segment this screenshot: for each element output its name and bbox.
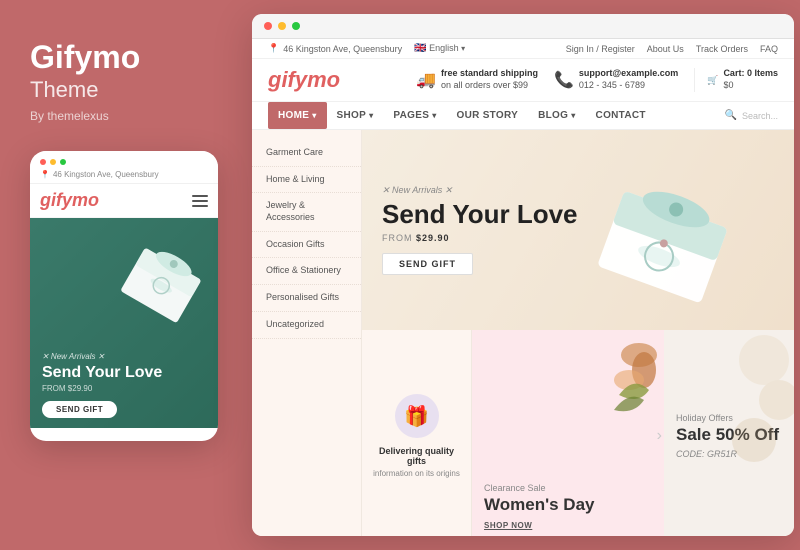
hero-jewelry-icon xyxy=(594,150,754,310)
truck-icon: 🚚 xyxy=(416,70,436,90)
sidebar-item-garment[interactable]: Garment Care xyxy=(252,140,361,167)
mobile-logo: gifymo xyxy=(40,190,99,211)
nav-item-contact[interactable]: CONTACT xyxy=(586,102,656,129)
mobile-dot-green xyxy=(60,159,66,165)
browser-mockup: 📍 46 Kingston Ave, Queensbury 🇬🇧 English… xyxy=(252,14,794,536)
store-sidebar: Garment Care Home & Living Jewelry & Acc… xyxy=(252,130,362,536)
store-content: Garment Care Home & Living Jewelry & Acc… xyxy=(252,130,794,536)
store-nav: HOME ▾ SHOP ▾ PAGES ▾ OUR STORY BLOG ▾ C… xyxy=(252,102,794,130)
mobile-logo-row: gifymo xyxy=(30,184,218,218)
search-placeholder[interactable]: Search... xyxy=(742,111,778,121)
cart-icon: 🛒 xyxy=(707,75,718,86)
store-topbar: 📍 46 Kingston Ave, Queensbury 🇬🇧 English… xyxy=(252,39,794,59)
store-header: 📍 46 Kingston Ave, Queensbury 🇬🇧 English… xyxy=(252,39,794,130)
hero-content: ✕ New Arrivals ✕ Send Your Love FROM $29… xyxy=(362,165,598,295)
hero-title: Send Your Love xyxy=(382,200,578,229)
nav-item-shop[interactable]: SHOP ▾ xyxy=(327,102,384,129)
browser-chrome xyxy=(252,14,794,39)
card-holiday: Holiday Offers Sale 50% Off CODE: GR51R xyxy=(664,330,794,536)
support-email: support@example.com xyxy=(579,68,678,80)
blog-chevron-icon: ▾ xyxy=(571,111,575,120)
hero-banner: ✕ New Arrivals ✕ Send Your Love FROM $29… xyxy=(362,130,794,330)
sidebar-item-uncategorized[interactable]: Uncategorized xyxy=(252,312,361,339)
send-gift-button[interactable]: SEND GIFT xyxy=(382,253,473,275)
store-logo[interactable]: gifymo xyxy=(268,67,340,93)
phone-icon: 📞 xyxy=(554,70,574,90)
shop-chevron-icon: ▾ xyxy=(369,111,373,120)
shop-now-button[interactable]: SHOP NOW xyxy=(484,521,532,530)
card-deliver-title: Delivering quality gifts xyxy=(372,446,461,466)
pin-icon: 📍 xyxy=(40,170,50,179)
topbar-address: 46 Kingston Ave, Queensbury xyxy=(283,44,402,54)
browser-dot-green xyxy=(292,22,300,30)
topbar-left: 📍 46 Kingston Ave, Queensbury 🇬🇧 English… xyxy=(268,43,465,54)
nav-item-home[interactable]: HOME ▾ xyxy=(268,102,327,129)
cart-price: $0 xyxy=(723,80,733,90)
browser-dot-yellow xyxy=(278,22,286,30)
flag-icon: 🇬🇧 xyxy=(414,43,426,54)
brand-subtitle: Theme xyxy=(30,77,98,103)
gift-icon: 🎁 xyxy=(404,404,429,429)
language-selector[interactable]: 🇬🇧 English ▾ xyxy=(414,43,465,54)
womens-day-decoration xyxy=(589,335,659,425)
mobile-hero-badge: ✕ New Arrivals ✕ xyxy=(42,352,206,361)
browser-dot-red xyxy=(264,22,272,30)
sidebar-item-personalised[interactable]: Personalised Gifts xyxy=(252,285,361,312)
shipping-feature: 🚚 free standard shipping on all orders o… xyxy=(416,68,538,91)
nav-item-our-story[interactable]: OUR STORY xyxy=(447,102,529,129)
brand-by: By themelexus xyxy=(30,109,109,123)
mobile-hero-from: FROM $29.90 xyxy=(42,384,206,393)
bottom-cards: 🎁 Delivering quality gifts information o… xyxy=(362,330,794,536)
womens-next-arrow[interactable]: › xyxy=(657,427,662,445)
cart-items: Cart: 0 Items xyxy=(723,68,778,80)
mobile-dot-yellow xyxy=(50,159,56,165)
topbar-right: Sign In / Register About Us Track Orders… xyxy=(566,44,778,54)
sidebar-item-office[interactable]: Office & Stationery xyxy=(252,258,361,285)
topbar-signin-link[interactable]: Sign In / Register xyxy=(566,44,635,54)
store-features: 🚚 free standard shipping on all orders o… xyxy=(416,68,778,91)
card-deliver-sub: information on its origins xyxy=(373,469,460,478)
jewelry-box-mobile-icon xyxy=(107,218,218,339)
support-phone: 012 - 345 - 6789 xyxy=(579,80,645,90)
nav-search: 🔍 Search... xyxy=(725,110,778,121)
pages-chevron-icon: ▾ xyxy=(432,111,436,120)
mobile-hero-title: Send Your Love xyxy=(42,363,206,382)
support-feature: 📞 support@example.com 012 - 345 - 6789 xyxy=(554,68,678,91)
cart-feature[interactable]: 🛒 Cart: 0 Items $0 xyxy=(694,68,778,91)
mobile-mockup: 📍 46 Kingston Ave, Queensbury gifymo ✕ N… xyxy=(30,151,218,441)
mobile-hero: ✕ New Arrivals ✕ Send Your Love FROM $29… xyxy=(30,218,218,428)
hamburger-icon[interactable] xyxy=(192,195,208,207)
card-womens-label: Clearance Sale xyxy=(484,483,652,493)
topbar-faq-link[interactable]: FAQ xyxy=(760,44,778,54)
home-chevron-icon: ▾ xyxy=(312,111,316,120)
holiday-decoration xyxy=(729,330,794,470)
lang-chevron-icon: ▾ xyxy=(461,44,465,53)
mobile-dot-red xyxy=(40,159,46,165)
mobile-send-gift-button[interactable]: SEND GIFT xyxy=(42,401,117,418)
topbar-track-link[interactable]: Track Orders xyxy=(696,44,748,54)
hero-badge: ✕ New Arrivals ✕ xyxy=(382,185,578,196)
mobile-address: 📍 46 Kingston Ave, Queensbury xyxy=(40,170,208,179)
location-icon: 📍 xyxy=(268,43,279,54)
deliver-icon-circle: 🎁 xyxy=(395,394,439,438)
mobile-top-bar: 📍 46 Kingston Ave, Queensbury xyxy=(30,151,218,184)
nav-item-pages[interactable]: PAGES ▾ xyxy=(383,102,446,129)
shipping-title: free standard shipping xyxy=(441,68,538,80)
left-panel: Gifymo Theme By themelexus 📍 46 Kingston… xyxy=(0,0,248,550)
brand-title: Gifymo xyxy=(30,40,140,75)
store-main: ✕ New Arrivals ✕ Send Your Love FROM $29… xyxy=(362,130,794,536)
sidebar-item-home-living[interactable]: Home & Living xyxy=(252,167,361,194)
mobile-window-controls xyxy=(40,159,208,165)
sidebar-item-occasion[interactable]: Occasion Gifts xyxy=(252,232,361,259)
card-womens-title: Women's Day xyxy=(484,495,652,515)
nav-item-blog[interactable]: BLOG ▾ xyxy=(528,102,585,129)
card-womens-day: Clearance Sale Women's Day SHOP NOW › xyxy=(472,330,664,536)
store-mainbar: gifymo 🚚 free standard shipping on all o… xyxy=(252,59,794,102)
topbar-about-link[interactable]: About Us xyxy=(647,44,684,54)
sidebar-item-jewelry[interactable]: Jewelry & Accessories xyxy=(252,193,361,231)
card-deliver: 🎁 Delivering quality gifts information o… xyxy=(362,330,472,536)
shipping-sub: on all orders over $99 xyxy=(441,80,528,90)
hero-from: FROM $29.90 xyxy=(382,233,578,243)
search-icon: 🔍 xyxy=(725,110,737,121)
